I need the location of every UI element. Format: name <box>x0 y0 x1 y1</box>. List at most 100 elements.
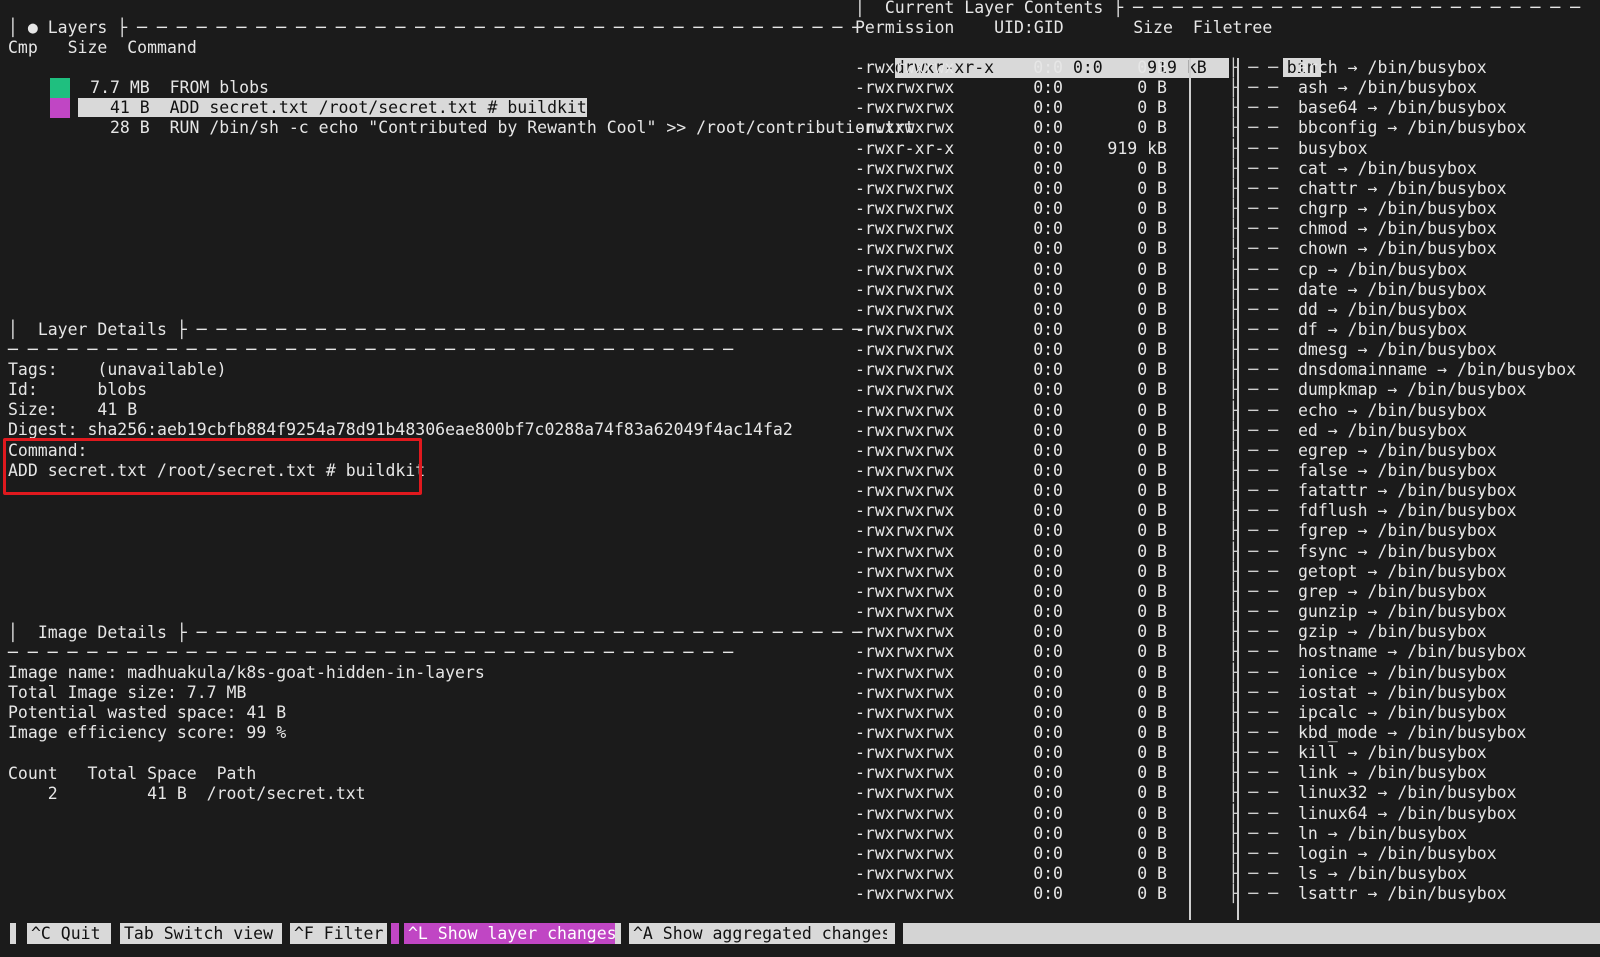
quit-button[interactable]: ^C Quit <box>27 923 105 944</box>
file-row[interactable]: -rwxrwxrwx 0:0 0 B ├ ─ ─ getopt → /bin/busy… <box>855 562 1507 582</box>
file-row[interactable]: -rwxrwxrwx 0:0 0 B ├ ─ ─ dd → /bin/busybox <box>855 300 1467 320</box>
file-row[interactable]: -rwxrwxrwx 0:0 0 B ├ ─ ─ linux64 → /bin/bus… <box>855 804 1517 824</box>
tree-branch: ├ ─ ─ <box>1228 461 1298 480</box>
file-row[interactable]: -rwxrwxrwx 0:0 0 B ├ ─ ─ ipcalc → /bin/busy… <box>855 703 1507 723</box>
file-row[interactable]: -rwxrwxrwx 0:0 0 B ├ ─ ─ linux32 → /bin/bus… <box>855 783 1517 803</box>
file-row[interactable]: -rwxrwxrwx 0:0 0 B ├ ─ ─ bbconfig → /bin/bu… <box>855 118 1526 138</box>
file-uid-gid: 0:0 <box>1033 360 1063 380</box>
layer-size: 28 B <box>110 118 150 137</box>
file-row[interactable]: -rwxrwxrwx 0:0 0 B ├ ─ ─ login → /bin/busyb… <box>855 844 1497 864</box>
contents-header: │ Current Layer Contents ├ ─ ─ ─ ─ ─ ─ ─… <box>855 0 1581 17</box>
file-permission: -rwxrwxrwx <box>855 219 955 239</box>
file-permission: -rwxrwxrwx <box>855 118 955 138</box>
file-row[interactable]: -rwxrwxrwx 0:0 0 B ├ ─ ─ grep → /bin/busybo… <box>855 582 1487 602</box>
layer-row[interactable]: 28 B RUN /bin/sh -c echo "Contributed by… <box>10 98 915 158</box>
file-name: arch → /bin/busybox <box>1298 58 1487 77</box>
file-row[interactable]: -rwxrwxrwx 0:0 0 B ├ ─ ─ chown → /bin/busyb… <box>855 239 1497 259</box>
file-row[interactable]: -rwxrwxrwx 0:0 0 B ├ ─ ─ hostname → /bin/bu… <box>855 642 1526 662</box>
file-size: 0 B <box>1137 219 1167 239</box>
file-uid-gid: 0:0 <box>1033 843 1063 863</box>
file-row[interactable]: -rwxrwxrwx 0:0 0 B ├ ─ ─ echo → /bin/busybo… <box>855 401 1487 421</box>
show-aggregated-changes-button[interactable]: ^A Show aggregated changes <box>629 923 896 944</box>
file-uid-gid: 0:0 <box>1033 541 1063 561</box>
file-row[interactable]: -rwxrwxrwx 0:0 0 B ├ ─ ─ chgrp → /bin/busyb… <box>855 199 1497 219</box>
file-row[interactable]: -rwxrwxrwx 0:0 0 B ├ ─ ─ chattr → /bin/busy… <box>855 179 1507 199</box>
file-uid-gid: 0:0 <box>1033 642 1063 662</box>
tree-branch: ├ ─ ─ <box>1228 561 1298 581</box>
file-row[interactable]: -rwxrwxrwx 0:0 0 B ├ ─ ─ fatattr → /bin/bus… <box>855 481 1517 501</box>
file-permission: -rwxrwxrwx <box>855 743 955 763</box>
file-row[interactable]: -rwxrwxrwx 0:0 0 B ├ ─ ─ df → /bin/busybox <box>855 320 1467 340</box>
file-uid-gid: 0:0 <box>1033 783 1063 803</box>
tree-branch: ├ ─ ─ <box>1228 541 1298 561</box>
file-row[interactable]: -rwxrwxrwx 0:0 0 B ├ ─ ─ false → /bin/busyb… <box>855 461 1497 481</box>
show-layer-changes-button[interactable]: ^L Show layer changes <box>404 923 621 944</box>
file-permission: -rwxrwxrwx <box>855 722 955 742</box>
tree-branch: ├ ─ ─ <box>1228 722 1298 742</box>
file-row[interactable]: -rwxrwxrwx 0:0 0 B ├ ─ ─ kill → /bin/busybo… <box>855 743 1487 763</box>
file-row[interactable]: -rwxrwxrwx 0:0 0 B ├ ─ ─ cat → /bin/busybox <box>855 159 1477 179</box>
file-permission: -rwxrwxrwx <box>855 602 955 622</box>
layer-command: RUN /bin/sh -c echo "Contributed by Rewa… <box>169 118 915 137</box>
tree-branch: ├ ─ ─ <box>1228 581 1298 601</box>
file-row[interactable]: -rwxrwxrwx 0:0 0 B ├ ─ ─ date → /bin/busybo… <box>855 280 1487 300</box>
file-row[interactable]: -rwxrwxrwx 0:0 0 B ├ ─ ─ egrep → /bin/busyb… <box>855 441 1497 461</box>
file-row[interactable]: -rwxrwxrwx 0:0 0 B ├ ─ ─ dmesg → /bin/busyb… <box>855 340 1497 360</box>
file-name: df → /bin/busybox <box>1298 319 1467 339</box>
file-row[interactable]: -rwxrwxrwx 0:0 0 B ├ ─ ─ kbd_mode → /bin/bu… <box>855 723 1526 743</box>
file-name: gunzip → /bin/busybox <box>1298 602 1507 622</box>
file-row[interactable]: -rwxrwxrwx 0:0 0 B ├ ─ ─ ionice → /bin/busy… <box>855 663 1507 683</box>
file-row[interactable]: -rwxrwxrwx 0:0 0 B ├ ─ ─ lsattr → /bin/busy… <box>855 884 1507 904</box>
file-row[interactable]: -rwxrwxrwx 0:0 0 B ├ ─ ─ gzip → /bin/busybo… <box>855 622 1487 642</box>
file-row[interactable]: -rwxrwxrwx 0:0 0 B ├ ─ ─ gunzip → /bin/busy… <box>855 602 1507 622</box>
file-uid-gid: 0:0 <box>1033 98 1063 118</box>
status-bar-filler <box>903 923 1600 944</box>
file-size: 0 B <box>1137 118 1167 138</box>
file-size: 0 B <box>1137 803 1167 823</box>
file-uid-gid: 0:0 <box>1033 823 1063 843</box>
file-row[interactable]: -rwxrwxrwx 0:0 0 B ├ ─ ─ dumpkmap → /bin/bu… <box>855 380 1526 400</box>
file-row[interactable]: -rwxrwxrwx 0:0 0 B ├ ─ ─ fsync → /bin/busyb… <box>855 542 1497 562</box>
file-row[interactable]: -rwxrwxrwx 0:0 0 B ├ ─ ─ ed → /bin/busybox <box>855 421 1467 441</box>
file-row[interactable]: -rwxrwxrwx 0:0 0 B ├ ─ ─ iostat → /bin/busy… <box>855 683 1507 703</box>
file-row[interactable]: -rwxrwxrwx 0:0 0 B ├ ─ ─ arch → /bin/busybo… <box>855 58 1487 78</box>
file-size: 0 B <box>1137 481 1167 501</box>
tree-branch: ├ ─ ─ <box>1228 682 1298 702</box>
file-size: 0 B <box>1137 622 1167 642</box>
file-permission: -rwxrwxrwx <box>855 803 955 823</box>
tree-branch: ├ ─ ─ <box>1228 763 1298 783</box>
file-row[interactable]: -rwxrwxrwx 0:0 0 B ├ ─ ─ base64 → /bin/busy… <box>855 98 1507 118</box>
file-name: linux32 → /bin/busybox <box>1298 783 1517 803</box>
file-row[interactable]: -rwxrwxrwx 0:0 0 B ├ ─ ─ fdflush → /bin/bus… <box>855 501 1517 521</box>
tree-branch: ├ ─ ─ <box>1228 783 1298 803</box>
file-uid-gid: 0:0 <box>1033 803 1063 823</box>
file-row[interactable]: -rwxrwxrwx 0:0 0 B ├ ─ ─ dnsdomainname → /b… <box>855 360 1576 380</box>
file-permission: -rwxrwxrwx <box>855 178 955 198</box>
wasted-table-row[interactable]: 2 41 B /root/secret.txt <box>8 784 366 804</box>
file-permission: -rwxrwxrwx <box>855 581 955 601</box>
file-row[interactable]: -rwxrwxrwx 0:0 0 B ├ ─ ─ cp → /bin/busybox <box>855 260 1467 280</box>
file-uid-gid: 0:0 <box>1033 501 1063 521</box>
file-name: ionice → /bin/busybox <box>1298 662 1507 682</box>
file-row[interactable]: -rwxrwxrwx 0:0 0 B ├ ─ ─ fgrep → /bin/busyb… <box>855 521 1497 541</box>
file-size: 0 B <box>1137 722 1167 742</box>
file-size: 0 B <box>1137 864 1167 883</box>
file-row[interactable]: -rwxr-xr-x 0:0 919 kB ├ ─ ─ busybox <box>855 139 1368 159</box>
file-size: 0 B <box>1137 783 1167 803</box>
file-row[interactable]: -rwxrwxrwx 0:0 0 B ├ ─ ─ ls → /bin/busybox <box>855 864 1467 884</box>
file-permission: -rwxrwxrwx <box>855 400 955 420</box>
switch-view-button[interactable]: Tab Switch view <box>120 923 278 944</box>
file-row[interactable]: -rwxrwxrwx 0:0 0 B ├ ─ ─ ash → /bin/busybox <box>855 78 1477 98</box>
file-row[interactable]: -rwxrwxrwx 0:0 0 B ├ ─ ─ chmod → /bin/busyb… <box>855 219 1497 239</box>
file-uid-gid: 0:0 <box>1033 199 1063 219</box>
left-panel: │ ● Layers ├ ─ ─ ─ ─ ─ ─ ─ ─ ─ ─ ─ ─ ─ ─… <box>0 0 915 920</box>
file-uid-gid: 0:0 <box>1033 178 1063 198</box>
tree-branch: ├ ─ ─ <box>1228 360 1298 380</box>
file-row[interactable]: -rwxrwxrwx 0:0 0 B ├ ─ ─ ln → /bin/busybox <box>855 824 1467 844</box>
file-size: 0 B <box>1137 199 1167 219</box>
file-permission: -rwxrwxrwx <box>855 501 955 521</box>
filter-button[interactable]: ^F Filter <box>290 923 388 944</box>
file-row[interactable]: -rwxrwxrwx 0:0 0 B ├ ─ ─ link → /bin/busybo… <box>855 763 1487 783</box>
tree-branch: ├ ─ ─ <box>1228 58 1298 77</box>
file-name: ed → /bin/busybox <box>1298 420 1467 440</box>
